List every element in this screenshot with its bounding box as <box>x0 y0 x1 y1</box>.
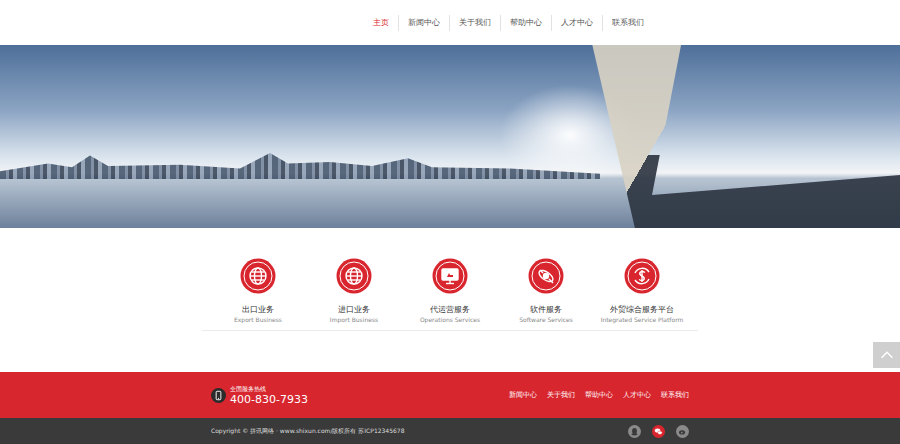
back-to-top-button[interactable] <box>873 342 900 368</box>
hotline-text: 全国服务热线400-830-7933 <box>230 385 308 406</box>
globe-icon <box>240 258 276 294</box>
footer-link[interactable]: 新闻中心 <box>509 390 537 400</box>
footer-link[interactable]: 联系我们 <box>661 390 689 400</box>
hotline-label: 全国服务热线 <box>230 385 308 393</box>
services-section: 出口业务Export Business进口业务Import Business代运… <box>0 228 900 372</box>
nav-item[interactable]: 帮助中心 <box>500 15 551 31</box>
copyright-bar: Copyright © 拼讯网络 · www.shixun.com/版权所有 苏… <box>0 418 900 444</box>
globe-icon <box>336 258 372 294</box>
qq-icon[interactable] <box>628 425 641 438</box>
copyright-content: Copyright © 拼讯网络 · www.shixun.com/版权所有 苏… <box>211 425 689 438</box>
monitor-icon <box>432 258 468 294</box>
page: 主页新闻中心关于我们帮助中心人才中心联系我们出口业务Export Busines… <box>0 0 900 444</box>
nav-item[interactable]: 人才中心 <box>551 15 602 31</box>
weibo-icon[interactable] <box>676 425 689 438</box>
nav-item[interactable]: 主页 <box>364 15 398 31</box>
service-title: 进口业务 <box>338 304 370 315</box>
service-subtitle: Operations Services <box>420 315 480 324</box>
footer-link[interactable]: 帮助中心 <box>585 390 613 400</box>
service-item[interactable]: 出口业务Export Business <box>210 258 306 324</box>
satellite-icon <box>528 258 564 294</box>
service-item[interactable]: 软件服务Software Services <box>498 258 594 324</box>
service-title: 出口业务 <box>242 304 274 315</box>
footer-content: 全国服务热线400-830-7933 新闻中心关于我们帮助中心人才中心联系我们 <box>211 385 689 406</box>
hero-banner <box>0 45 900 228</box>
dollar-icon <box>624 258 660 294</box>
phone-icon <box>211 388 226 403</box>
service-subtitle: Export Business <box>234 315 282 324</box>
divider-line <box>202 330 698 331</box>
service-subtitle: Software Services <box>519 315 573 324</box>
service-title: 代运营服务 <box>430 304 470 315</box>
service-subtitle: Integrated Service Platform <box>601 315 684 324</box>
hotline: 全国服务热线400-830-7933 <box>211 385 308 406</box>
service-title: 外贸综合服务平台 <box>610 304 674 315</box>
service-title: 软件服务 <box>530 304 562 315</box>
social-links <box>628 425 689 438</box>
service-item[interactable]: 代运营服务Operations Services <box>402 258 498 324</box>
copyright-text: Copyright © 拼讯网络 · www.shixun.com/版权所有 苏… <box>211 427 404 436</box>
chevron-up-icon <box>878 346 896 364</box>
top-bar: 主页新闻中心关于我们帮助中心人才中心联系我们 <box>0 0 900 45</box>
nav-item[interactable]: 联系我们 <box>602 15 653 31</box>
service-subtitle: Import Business <box>330 315 378 324</box>
footer-link[interactable]: 人才中心 <box>623 390 651 400</box>
service-item[interactable]: 进口业务Import Business <box>306 258 402 324</box>
nav-item[interactable]: 关于我们 <box>449 15 500 31</box>
main-nav: 主页新闻中心关于我们帮助中心人才中心联系我们 <box>364 15 653 31</box>
service-item[interactable]: 外贸综合服务平台Integrated Service Platform <box>594 258 690 324</box>
footer: 全国服务热线400-830-7933 新闻中心关于我们帮助中心人才中心联系我们 <box>0 372 900 418</box>
wechat-icon[interactable] <box>652 425 665 438</box>
nav-item[interactable]: 新闻中心 <box>398 15 449 31</box>
footer-links: 新闻中心关于我们帮助中心人才中心联系我们 <box>509 390 689 400</box>
service-list: 出口业务Export Business进口业务Import Business代运… <box>210 258 690 324</box>
sail <box>590 45 900 228</box>
hotline-number: 400-830-7933 <box>230 393 308 406</box>
footer-link[interactable]: 关于我们 <box>547 390 575 400</box>
